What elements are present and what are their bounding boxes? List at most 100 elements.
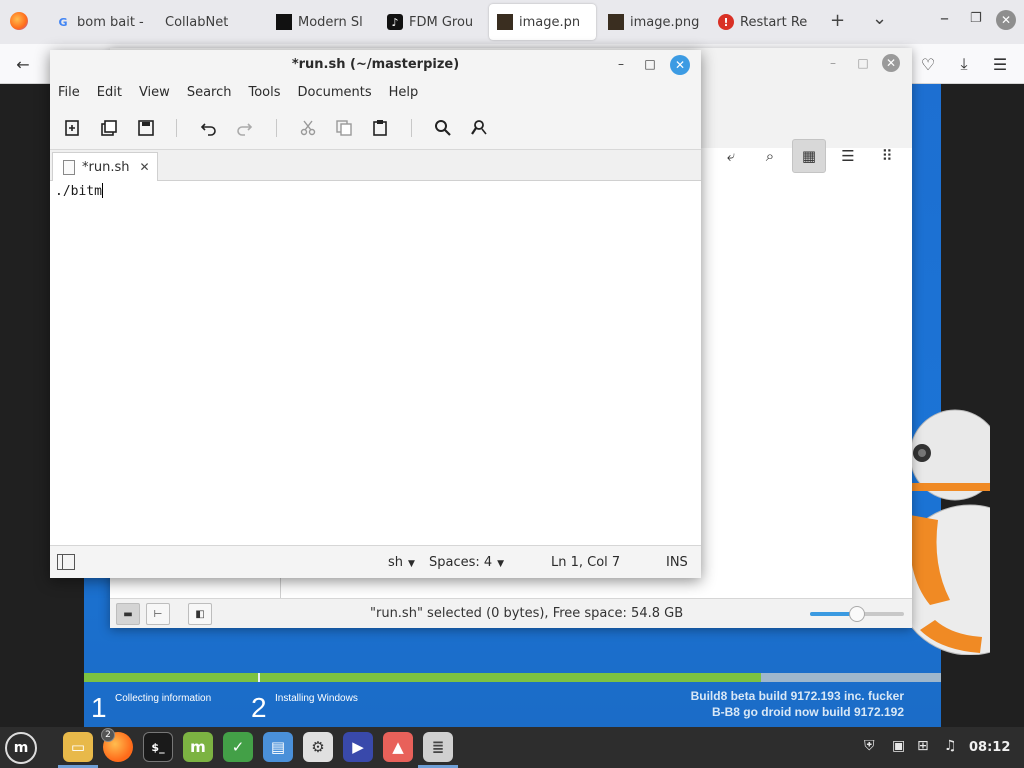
open-document-icon[interactable] — [98, 117, 120, 139]
volume-icon[interactable]: ♫ — [944, 738, 957, 754]
search-icon[interactable] — [432, 117, 454, 139]
pocket-icon[interactable]: ♡ — [917, 53, 939, 75]
redo-icon[interactable] — [233, 117, 255, 139]
menu-edit[interactable]: Edit — [97, 85, 122, 100]
document-tab-label: *run.sh — [82, 159, 130, 175]
menu-view[interactable]: View — [139, 85, 170, 100]
paste-icon[interactable] — [369, 117, 391, 139]
insert-mode[interactable]: INS — [666, 555, 688, 570]
icon-view-icon[interactable]: ▦ — [792, 139, 826, 173]
settings-gear-icon[interactable]: ⚙ — [303, 732, 333, 762]
back-icon[interactable]: ← — [12, 53, 34, 75]
restore-icon[interactable]: ❐ — [970, 11, 982, 26]
step-label-1: Collecting information — [115, 693, 212, 704]
fm-minimize-icon[interactable]: – — [824, 54, 842, 72]
build-info-line-2: B-B8 go droid now build 9172.192 — [711, 705, 904, 719]
browser-tab-5-active[interactable]: image.pn — [489, 4, 596, 40]
tab-label: image.png — [630, 14, 700, 30]
menu-documents[interactable]: Documents — [298, 85, 372, 100]
hamburger-menu-icon[interactable]: ☰ — [989, 53, 1011, 75]
undo-icon[interactable] — [198, 117, 220, 139]
new-tab-button[interactable]: + — [830, 10, 845, 31]
browser-tab-3[interactable]: Modern Sl — [268, 4, 368, 40]
step-label-2: Installing Windows — [275, 693, 358, 704]
editor-titlebar: *run.sh (~/masterpize) – □ ✕ — [50, 50, 701, 78]
search-icon[interactable]: ⌕ — [753, 139, 787, 173]
site-icon — [276, 14, 292, 30]
files-folder-icon[interactable]: ▭ — [63, 732, 93, 762]
notes-icon[interactable]: ▣ — [892, 738, 905, 754]
terminal-icon[interactable]: $_ — [143, 732, 173, 762]
browser-tab-7[interactable]: ! Restart Re — [710, 4, 810, 40]
tab-close-icon[interactable]: ✕ — [139, 160, 149, 174]
tab-width-selector[interactable]: Spaces: 4 ▼ — [429, 555, 504, 570]
menu-bar: File Edit View Search Tools Documents He… — [50, 78, 701, 106]
tab-label: Restart Re — [740, 14, 808, 30]
menu-file[interactable]: File — [58, 85, 80, 100]
browser-tab-4[interactable]: ♪ FDM Grou — [379, 4, 479, 40]
zoom-slider[interactable] — [810, 606, 904, 622]
zoom-slider-handle[interactable] — [849, 606, 865, 622]
dropdown-arrow-icon: ▼ — [497, 559, 505, 569]
tab-width-label: Spaces: 4 — [429, 555, 493, 570]
maximize-icon[interactable]: □ — [641, 55, 659, 73]
show-places-icon[interactable]: ▬ — [116, 603, 140, 625]
firefox-menu-icon[interactable] — [10, 12, 28, 30]
open-terminal-icon[interactable]: ⤶ — [714, 139, 748, 173]
search-replace-icon[interactable] — [468, 117, 490, 139]
browser-tab-6[interactable]: image.png — [600, 4, 700, 40]
text-caret — [101, 183, 103, 198]
text-content: ./bitm — [55, 184, 102, 199]
window-title: *run.sh (~/masterpize) — [291, 57, 460, 72]
menu-help[interactable]: Help — [389, 85, 419, 100]
fm-status-text: "run.sh" selected (0 bytes), Free space:… — [370, 606, 684, 621]
minimize-icon[interactable]: – — [940, 8, 949, 29]
dropdown-arrow-icon: ▼ — [408, 559, 415, 569]
close-icon[interactable]: ✕ — [996, 10, 1016, 30]
document-tab-strip: *run.sh ✕ — [50, 150, 701, 181]
clock[interactable]: 08:12 — [969, 740, 1010, 755]
network-icon[interactable]: ⊞ — [917, 738, 929, 754]
cursor-position: Ln 1, Col 7 — [551, 555, 621, 570]
list-view-icon[interactable]: ☰ — [831, 139, 865, 173]
mint-menu-icon[interactable]: m — [5, 732, 37, 764]
fm-close-icon[interactable]: ✕ — [882, 54, 900, 72]
update-shield-icon[interactable]: ✓ — [223, 732, 253, 762]
security-shield-icon[interactable]: ⛨ — [864, 738, 875, 754]
text-editor-icon[interactable]: ≣ — [423, 732, 453, 762]
cut-icon[interactable] — [297, 117, 319, 139]
tab-label: image.pn — [519, 14, 581, 30]
language-selector[interactable]: sh ▼ — [388, 555, 415, 570]
new-document-icon[interactable] — [61, 117, 83, 139]
tab-label: FDM Grou — [409, 14, 474, 30]
hide-sidebar-icon[interactable]: ◧ — [188, 603, 212, 625]
text-editor-window: *run.sh (~/masterpize) – □ ✕ File Edit V… — [50, 50, 701, 578]
tab-label: bom bait - — [77, 14, 144, 30]
save-icon[interactable] — [135, 117, 157, 139]
fm-maximize-icon[interactable]: □ — [854, 54, 872, 72]
close-icon[interactable]: ✕ — [670, 55, 690, 75]
toolbar-separator — [176, 119, 177, 137]
browser-tab-2[interactable]: CollabNet — [157, 4, 257, 40]
document-tab[interactable]: *run.sh ✕ — [52, 152, 158, 181]
image-viewer-icon[interactable]: ▲ — [383, 732, 413, 762]
build-info-line-1: Build8 beta build 9172.193 inc. fucker — [690, 689, 904, 703]
file-manager-icon[interactable]: ▤ — [263, 732, 293, 762]
software-manager-icon[interactable]: m — [183, 732, 213, 762]
step-number-2: 2 — [251, 692, 267, 723]
list-all-tabs-button[interactable]: ⌄ — [872, 8, 887, 29]
media-player-icon[interactable]: ▶ — [343, 732, 373, 762]
menu-search[interactable]: Search — [187, 85, 232, 100]
side-panel-toggle-icon[interactable] — [57, 554, 75, 570]
browser-tab-1[interactable]: G bom bait - — [47, 4, 147, 40]
tab-label: CollabNet — [165, 14, 229, 30]
compact-view-icon[interactable]: ⠿ — [870, 139, 904, 173]
copy-icon[interactable] — [333, 117, 355, 139]
downloads-icon[interactable]: ⤓ — [953, 53, 975, 75]
toolbar-separator — [411, 119, 412, 137]
google-icon: G — [58, 15, 68, 29]
show-tree-icon[interactable]: ⊢ — [146, 603, 170, 625]
menu-tools[interactable]: Tools — [248, 85, 280, 100]
minimize-icon[interactable]: – — [612, 55, 630, 73]
text-area[interactable]: ./bitm — [50, 181, 701, 545]
